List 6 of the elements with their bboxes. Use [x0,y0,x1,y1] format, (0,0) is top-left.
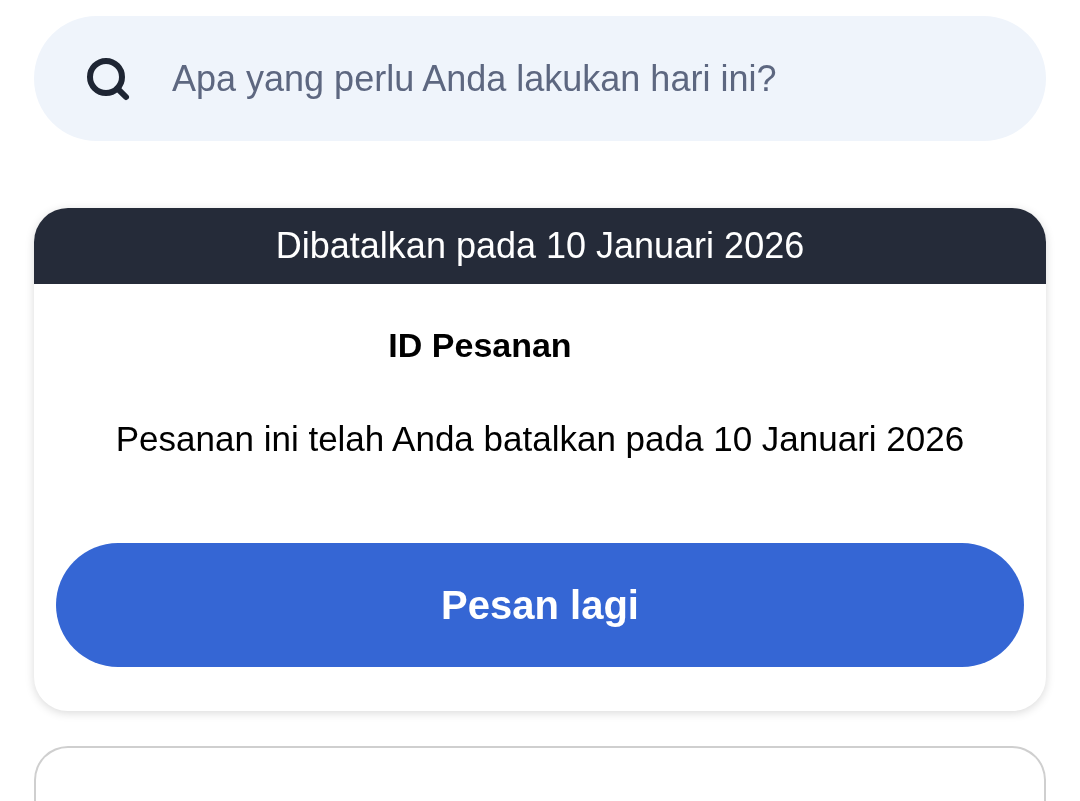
search-field[interactable]: Apa yang perlu Anda lakukan hari ini? [34,16,1046,142]
order-again-button[interactable]: Pesan lagi [56,543,1024,668]
search-input[interactable]: Apa yang perlu Anda lakukan hari ini? [172,51,1022,106]
cancel-date-text: Dibatalkan pada 10 Januari 2026 [275,224,805,269]
order-id-text: ID Pesanan [388,324,572,366]
cancel-message: Pesanan ini telah Anda batalkan pada 10 Januari 2026 [115,417,965,460]
